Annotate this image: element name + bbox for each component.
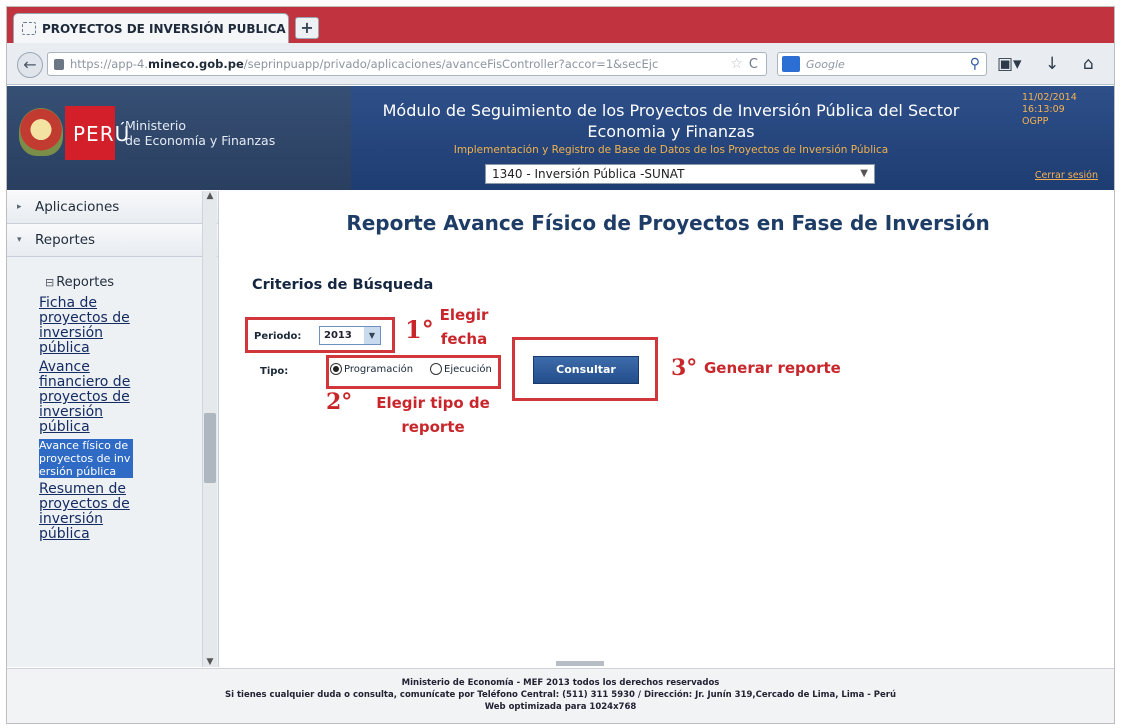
tipo-label: Tipo: <box>260 366 289 377</box>
browser-window: PROYECTOS DE INVERSIÓN PUBLICA + ← https… <box>6 6 1115 724</box>
search-engine-icon[interactable] <box>782 56 800 72</box>
address-bar[interactable]: https://app-4. mineco.gob.pe /seprinpuap… <box>47 52 767 76</box>
page-title: Reporte Avance Físico de Proyectos en Fa… <box>346 211 990 235</box>
coat-of-arms-icon <box>19 108 63 156</box>
report-links: Ficha de proyectos de inversión pública … <box>7 296 157 542</box>
sidebar-section-label: Reportes <box>35 232 96 248</box>
url-domain: mineco.gob.pe <box>148 57 244 71</box>
back-button[interactable]: ← <box>17 52 43 78</box>
home-icon[interactable]: ⌂ <box>1083 54 1094 74</box>
sidebar-link-ficha[interactable]: Ficha de proyectos de inversión pública <box>39 296 157 356</box>
ministry-name: Ministerio de Economía y Finanzas <box>125 118 275 148</box>
chevron-down-icon: ▾ <box>17 235 22 245</box>
collapse-icon[interactable]: ⊟ <box>45 276 54 289</box>
new-tab-button[interactable]: + <box>295 17 319 39</box>
scroll-down-icon[interactable]: ▼ <box>203 657 217 667</box>
sidebar-section-label: Aplicaciones <box>35 199 120 215</box>
unit-select-value: 1340 - Inversión Pública -SUNAT <box>492 167 685 181</box>
scroll-up-icon[interactable]: ▲ <box>203 191 217 201</box>
sidebar-section-aplicaciones[interactable]: ▸ Aplicaciones <box>7 191 218 224</box>
tab-strip: PROYECTOS DE INVERSIÓN PUBLICA + <box>7 7 1114 43</box>
unit-select[interactable]: 1340 - Inversión Pública -SUNAT ▼ <box>485 164 875 184</box>
site-header: PERÚ Ministerio de Economía y Finanzas M… <box>7 86 1114 190</box>
module-title: Módulo de Seguimiento de los Proyectos d… <box>351 100 991 142</box>
reload-icon[interactable]: C <box>749 57 766 72</box>
session-info: 11/02/2014 16:13:09 OGPP <box>1022 92 1096 128</box>
criteria-heading: Criterios de Búsqueda <box>252 277 434 293</box>
lock-icon <box>54 58 64 70</box>
annotation-step-1-text: Elegir fecha <box>439 306 489 348</box>
radio-checked-icon[interactable] <box>330 363 342 375</box>
consultar-button[interactable]: Consultar <box>533 356 639 384</box>
radio-unchecked-icon[interactable] <box>430 363 442 375</box>
search-bar[interactable]: Google ⚲ <box>777 52 987 76</box>
footer-copyright: Ministerio de Economía - MEF 2013 todos … <box>401 678 720 688</box>
session-office: OGPP <box>1022 116 1049 127</box>
scrollbar-thumb[interactable] <box>204 413 216 483</box>
main-content: Reporte Avance Físico de Proyectos en Fa… <box>220 191 1114 667</box>
url-prefix: https://app-4. <box>70 57 148 71</box>
url-path: /seprinpuapp/privado/aplicaciones/avance… <box>243 57 659 71</box>
radio-label: Ejecución <box>444 363 492 375</box>
sidebar-link-avance-financiero[interactable]: Avance financiero de proyectos de invers… <box>39 360 157 435</box>
module-subtitle: Implementación y Registro de Base de Dat… <box>453 144 889 156</box>
navigation-bar: ← https://app-4. mineco.gob.pe /seprinpu… <box>7 43 1114 85</box>
annotation-step-2-text: Elegir tipo de reporte <box>376 394 490 436</box>
annotation-step-2-number: 2° <box>326 389 353 415</box>
browser-tab[interactable]: PROYECTOS DE INVERSIÓN PUBLICA <box>13 13 289 43</box>
sidebar-link-resumen[interactable]: Resumen de proyectos de inversión públic… <box>39 482 157 542</box>
logout-link[interactable]: Cerrar sesión <box>1035 170 1098 181</box>
search-icon[interactable]: ⚲ <box>970 56 980 72</box>
annotation-step-1-number: 1° <box>405 315 434 344</box>
radio-programacion[interactable]: Programación <box>330 363 413 375</box>
chevron-down-icon: ▼ <box>364 327 380 344</box>
reportes-tree: ⊟ Reportes <box>7 257 218 290</box>
periodo-select[interactable]: 2013 ▼ <box>319 326 381 345</box>
periodo-label: Periodo: <box>254 331 302 342</box>
annotation-step-3-number: 3° <box>671 355 698 381</box>
download-icon[interactable]: ↓ <box>1045 54 1059 74</box>
ministry-line-2: de Economía y Finanzas <box>125 133 276 148</box>
search-placeholder: Google <box>806 57 845 71</box>
tree-node-reportes[interactable]: ⊟ Reportes <box>45 275 218 290</box>
sidebar-scrollbar[interactable]: ▲ ▼ <box>202 191 217 667</box>
chevron-down-icon: ▼ <box>860 168 868 179</box>
module-title-line-2: Economia y Finanzas <box>587 122 755 141</box>
footer-resolution: Web optimizada para 1024x768 <box>484 702 637 712</box>
session-time: 16:13:09 <box>1022 104 1065 115</box>
sidebar-section-reportes[interactable]: ▾ Reportes <box>7 224 218 257</box>
module-title-line-1: Módulo de Seguimiento de los Proyectos d… <box>382 101 960 120</box>
brand-block: PERÚ Ministerio de Economía y Finanzas <box>7 86 351 190</box>
tree-node-label: Reportes <box>56 275 115 290</box>
footer-contact: Si tienes cualquier duda o consulta, com… <box>224 690 897 700</box>
ministry-line-1: Ministerio <box>125 118 187 133</box>
tab-title: PROYECTOS DE INVERSIÓN PUBLICA <box>42 21 286 36</box>
session-date: 11/02/2014 <box>1022 92 1077 103</box>
sidebar: ▸ Aplicaciones ▾ Reportes ⊟ Reportes Fic… <box>7 191 219 667</box>
radio-ejecucion[interactable]: Ejecución <box>430 363 492 375</box>
page-icon <box>22 22 36 35</box>
bookmarks-menu-icon[interactable]: ▣▾ <box>997 54 1022 74</box>
chevron-right-icon: ▸ <box>17 202 22 212</box>
periodo-select-value: 2013 <box>324 330 352 341</box>
annotation-step-3-text: Generar reporte <box>704 359 841 377</box>
radio-label: Programación <box>344 363 414 375</box>
footer: Ministerio de Economía - MEF 2013 todos … <box>7 668 1114 723</box>
brand-country: PERÚ <box>73 122 131 146</box>
bookmark-star-icon[interactable]: ☆ <box>730 56 749 72</box>
sidebar-link-avance-fisico[interactable]: Avance físico de proyectos de inversión … <box>39 439 133 478</box>
panel-splitter[interactable] <box>556 661 604 666</box>
